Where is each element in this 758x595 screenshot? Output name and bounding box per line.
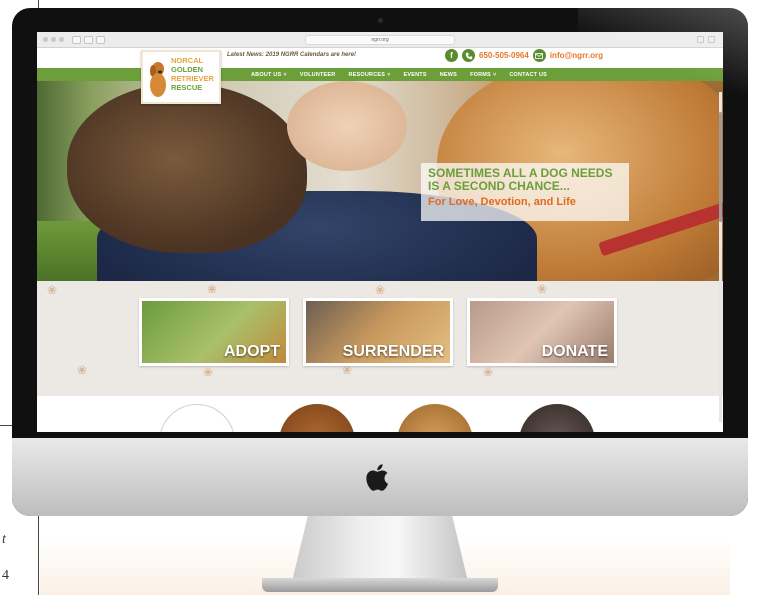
logo-line: NORCAL [171, 56, 204, 65]
nav-item-about-us[interactable]: ABOUT US [251, 72, 281, 78]
nav-item-contact-us[interactable]: CONTACT US [509, 72, 547, 78]
chevron-down-icon: ˅ [387, 71, 391, 78]
feature-circle[interactable] [279, 404, 355, 432]
paw-print-icon: ❀ [375, 283, 386, 297]
feature-circles-row [37, 396, 723, 432]
surrender-label: SURRENDER [342, 343, 444, 360]
nav-item-forms[interactable]: FORMS [470, 72, 491, 78]
logo-line: RESCUE [171, 83, 203, 92]
email-icon [532, 49, 546, 62]
paw-print-icon: ❀ [537, 282, 548, 296]
browser-nav-buttons [72, 35, 105, 44]
tabs-icon[interactable] [708, 36, 715, 43]
page-rule-bottom [38, 515, 39, 595]
site-logo[interactable]: NORCAL GOLDEN RETRIEVER RESCUE [141, 50, 221, 104]
main-nav-items: ABOUT US ˅ VOLUNTEER RESOURCES ˅ EVENTS NEWS FO… [251, 68, 547, 81]
browser-action-icons [697, 36, 715, 43]
address-bar[interactable]: ngrr.org [305, 35, 455, 45]
adopt-button[interactable]: ADOPT [139, 298, 289, 366]
hero-tagline: SOMETIMES ALL A DOG NEEDS IS A SECOND CH… [421, 163, 629, 221]
apple-logo-icon [366, 464, 388, 491]
page-scrollbar[interactable] [719, 92, 722, 422]
feature-circle[interactable] [519, 404, 595, 432]
nav-item-volunteer[interactable]: VOLUNTEER [300, 72, 336, 78]
screen: ngrr.org Latest News: 2019 NGRR Calendar… [37, 32, 723, 432]
nav-item-news[interactable]: NEWS [440, 72, 457, 78]
feature-circle[interactable] [159, 404, 235, 432]
browser-toolbar: ngrr.org [37, 32, 723, 48]
phone-number-link[interactable]: 650-505-0964 [479, 51, 529, 60]
email-link[interactable]: info@ngrr.org [550, 51, 603, 60]
feature-circle[interactable] [397, 404, 473, 432]
donate-button[interactable]: DONATE [467, 298, 617, 366]
paw-print-icon: ❀ [203, 365, 214, 379]
logo-line: RETRIEVER [171, 74, 214, 83]
main-nav: ABOUT US ˅ VOLUNTEER RESOURCES ˅ EVENTS NEWS FO… [37, 68, 723, 81]
site-header: Latest News: 2019 NGRR Calendars are her… [37, 48, 723, 68]
zoom-window-button[interactable] [59, 37, 64, 42]
forward-button[interactable] [84, 35, 93, 44]
hero-girl-face [287, 81, 407, 171]
page-fragment-4: 4 [2, 568, 9, 583]
golden-retriever-logo-icon [150, 62, 166, 97]
phone-icon [462, 49, 475, 62]
paw-print-icon: ❀ [47, 283, 58, 297]
chevron-down-icon: ˅ [492, 71, 497, 78]
contact-group: f 650-505-0964 info@ngrr.org [445, 49, 603, 62]
surrender-button[interactable]: SURRENDER [303, 298, 453, 366]
monitor-chin [12, 438, 748, 516]
hero-tagline-line2: IS A SECOND CHANCE... [428, 179, 570, 193]
hero-banner: SOMETIMES ALL A DOG NEEDS IS A SECOND CH… [37, 81, 723, 281]
close-window-button[interactable] [43, 37, 48, 42]
webcam [378, 18, 383, 23]
nav-item-resources[interactable]: RESOURCES [348, 72, 385, 78]
cta-band: ❀ ❀ ❀ ❀ ❀ ❀ ❀ ❀ ADOPT SURRENDER DONATE [37, 281, 723, 396]
share-icon[interactable] [697, 36, 704, 43]
paw-print-icon: ❀ [77, 363, 88, 377]
hero-tagline-line3: For Love, Devotion, and Life [428, 196, 576, 208]
logo-text: NORCAL GOLDEN RETRIEVER RESCUE [171, 57, 214, 92]
paw-print-icon: ❀ [207, 282, 218, 296]
adopt-label: ADOPT [224, 343, 280, 360]
logo-line: GOLDEN [171, 65, 204, 74]
chevron-down-icon: ˅ [283, 71, 287, 78]
scrollbar-thumb[interactable] [719, 112, 722, 222]
imac-monitor: ngrr.org Latest News: 2019 NGRR Calendar… [12, 8, 748, 516]
minimize-window-button[interactable] [51, 37, 56, 42]
donate-label: DONATE [541, 343, 608, 360]
latest-news-link[interactable]: Latest News: 2019 NGRR Calendars are her… [227, 52, 356, 58]
page-fragment-t: t [2, 532, 6, 547]
back-button[interactable] [72, 35, 81, 44]
hero-girl-hair [67, 83, 307, 253]
nav-item-events[interactable]: EVENTS [404, 72, 427, 78]
paw-print-icon: ❀ [483, 365, 494, 379]
monitor-stand-base [262, 578, 498, 592]
facebook-icon[interactable]: f [445, 49, 458, 62]
sidebar-toggle-button[interactable] [96, 35, 105, 44]
window-controls [43, 37, 64, 42]
